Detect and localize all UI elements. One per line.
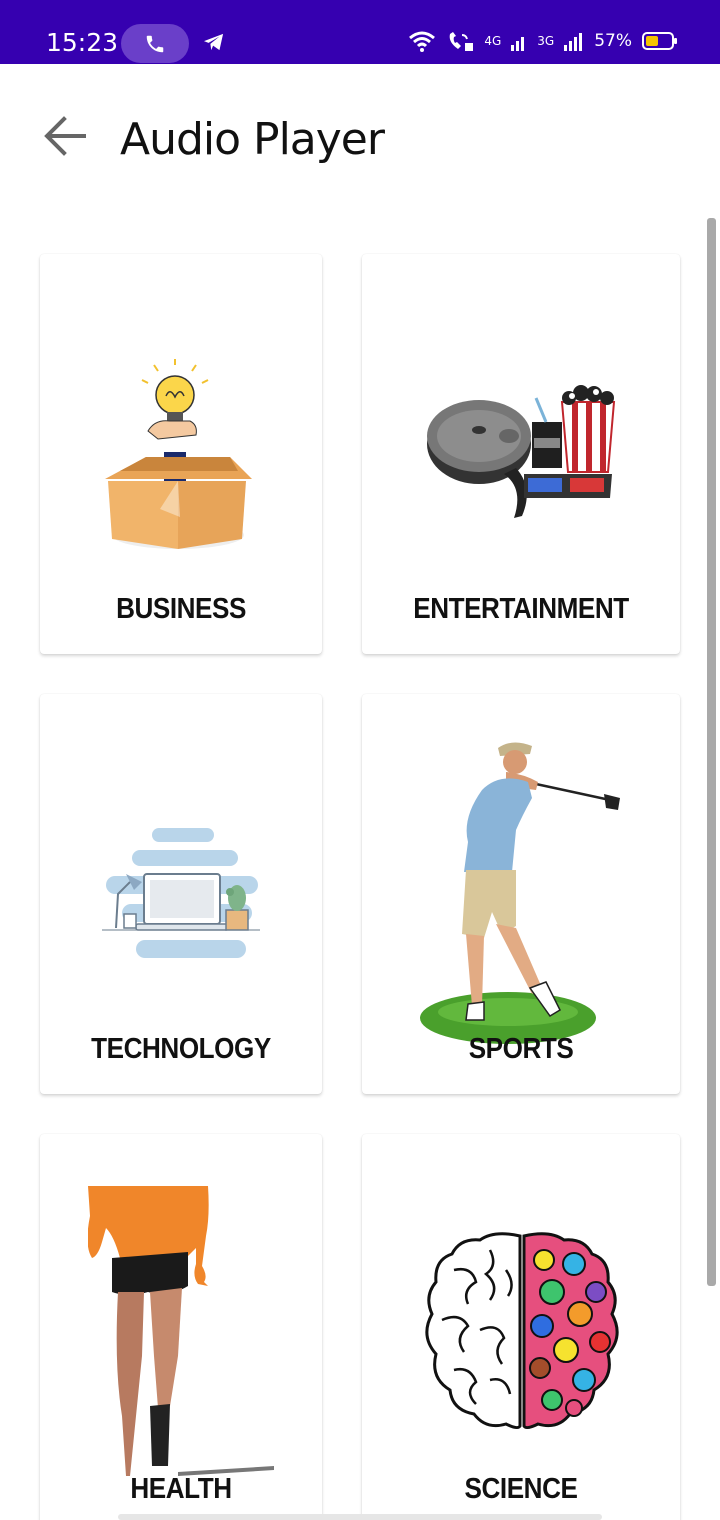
business-lightbulb-box-icon <box>105 359 252 549</box>
wifi-icon <box>409 31 436 52</box>
category-card-business[interactable]: BUSINESS <box>40 254 322 654</box>
category-label: TECHNOLOGY <box>91 1033 271 1065</box>
category-label: ENTERTAINMENT <box>413 593 629 625</box>
telegram-icon <box>204 33 224 51</box>
category-card-entertainment[interactable]: ENTERTAINMENT <box>362 254 680 654</box>
category-label: SPORTS <box>468 1033 574 1065</box>
category-label: HEALTH <box>130 1473 232 1505</box>
status-time: 15:23 <box>46 28 119 57</box>
network-3g-label: 3G <box>537 34 555 48</box>
entertainment-film-popcorn-icon <box>427 385 616 518</box>
category-card-sports[interactable]: SPORTS <box>362 694 680 1094</box>
sports-golfer-icon <box>420 742 620 1044</box>
back-button[interactable] <box>38 112 90 160</box>
signal-strength-icon <box>511 37 525 51</box>
category-label: SCIENCE <box>464 1473 578 1505</box>
category-card-science[interactable]: SCIENCE <box>362 1134 680 1520</box>
battery-icon <box>642 32 677 50</box>
app-bar: Audio Player <box>0 64 720 214</box>
status-indicators: 4G 3G 57% <box>408 30 677 52</box>
phone-icon <box>146 35 164 52</box>
network-4g-label: 4G <box>484 34 502 48</box>
arrow-back-icon <box>44 116 86 156</box>
gesture-navigation-bar[interactable] <box>118 1514 602 1520</box>
category-card-health[interactable]: HEALTH <box>40 1134 322 1520</box>
scrollbar[interactable] <box>707 218 716 1286</box>
battery-percentage: 57% <box>594 31 632 51</box>
health-runner-icon <box>88 1186 274 1476</box>
status-bar: 15:23 4G 3G 57% <box>0 0 720 64</box>
technology-laptop-desk-icon <box>102 828 260 958</box>
category-card-technology[interactable]: TECHNOLOGY <box>40 694 322 1094</box>
signal-strength-icon-2 <box>564 33 583 51</box>
ongoing-call-chip[interactable] <box>121 24 189 63</box>
category-label: BUSINESS <box>116 593 246 625</box>
science-brain-icon <box>425 1232 619 1430</box>
page-title: Audio Player <box>120 114 385 165</box>
wifi-calling-icon <box>449 32 474 51</box>
